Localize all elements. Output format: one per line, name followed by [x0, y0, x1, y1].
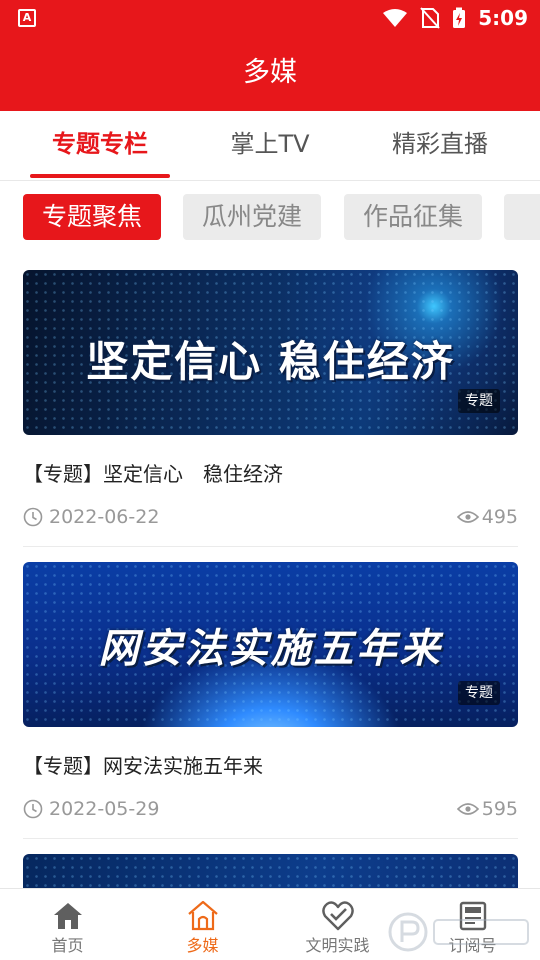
publish-date: 2022-05-29	[49, 798, 160, 820]
battery-charging-icon	[453, 7, 466, 28]
watermark-logo	[388, 912, 529, 952]
topic-tag: 专题	[458, 389, 500, 413]
feed-card-image[interactable]: 坚定信心 稳住经济 专题	[23, 270, 518, 435]
no-sim-icon	[420, 7, 440, 29]
feed-card-meta: 2022-05-29 595	[23, 798, 518, 822]
clock-icon	[23, 799, 43, 819]
banner-headline: 坚定信心 稳住经济	[86, 337, 455, 386]
feed-card-meta: 2022-06-22 495	[23, 506, 518, 530]
media-home-icon	[187, 900, 218, 931]
feed-card[interactable]: 坚定信心 稳住经济 专题 【专题】坚定信心 稳住经济 2022-06-22 49…	[23, 270, 518, 547]
tab-live-broadcast[interactable]: 精彩直播	[350, 111, 530, 181]
clock-icon	[23, 507, 43, 527]
chip-more[interactable]	[504, 194, 540, 240]
nav-media[interactable]: 多媒	[135, 889, 270, 960]
header-bar: A 5:09 多媒	[0, 0, 540, 111]
feed-card[interactable]	[23, 854, 518, 888]
home-icon	[53, 903, 82, 929]
feed-card[interactable]: 网安法实施五年来 专题 【专题】网安法实施五年来 2022-05-29 595	[23, 562, 518, 839]
nav-home[interactable]: 首页	[0, 889, 135, 960]
feed-card-title[interactable]: 【专题】网安法实施五年来	[23, 750, 518, 779]
card-divider	[23, 546, 518, 547]
main-tab-bar: 专题专栏 掌上TV 精彩直播	[0, 111, 540, 181]
status-bar: A 5:09	[0, 0, 540, 36]
status-time: 5:09	[478, 6, 528, 30]
nav-label: 文明实践	[305, 936, 370, 955]
view-count: 495	[481, 506, 518, 528]
sub-category-bar: 专题聚焦 瓜州党建 作品征集	[0, 194, 540, 242]
publish-date: 2022-06-22	[49, 506, 160, 528]
view-count: 595	[481, 798, 518, 820]
eye-icon	[456, 803, 479, 815]
page-title: 多媒	[243, 57, 297, 88]
heart-check-icon	[321, 901, 354, 931]
nav-label: 多媒	[186, 936, 219, 955]
card-divider	[23, 838, 518, 839]
nav-label: 首页	[51, 936, 84, 955]
feed-card-image[interactable]	[23, 854, 518, 888]
active-tab-indicator	[30, 174, 170, 178]
app-notification-icon: A	[18, 9, 36, 27]
feed-card-title[interactable]: 【专题】坚定信心 稳住经济	[23, 458, 518, 487]
chip-topic-focus[interactable]: 专题聚焦	[23, 194, 161, 240]
eye-icon	[456, 511, 479, 523]
feed-card-image[interactable]: 网安法实施五年来 专题	[23, 562, 518, 727]
chip-party-building[interactable]: 瓜州党建	[183, 194, 321, 240]
app-screen: A 5:09 多媒 专题专栏 掌上TV 精彩直播 专题聚焦 瓜州党建 作品征集 …	[0, 0, 540, 960]
tab-mobile-tv[interactable]: 掌上TV	[180, 111, 360, 181]
topic-tag: 专题	[458, 681, 500, 705]
banner-headline: 网安法实施五年来	[98, 626, 443, 672]
nav-civilization-practice[interactable]: 文明实践	[270, 889, 405, 960]
status-icons: 5:09	[382, 6, 528, 30]
chip-work-collection[interactable]: 作品征集	[344, 194, 482, 240]
tab-special-topics[interactable]: 专题专栏	[10, 111, 190, 181]
wifi-icon	[383, 9, 408, 27]
